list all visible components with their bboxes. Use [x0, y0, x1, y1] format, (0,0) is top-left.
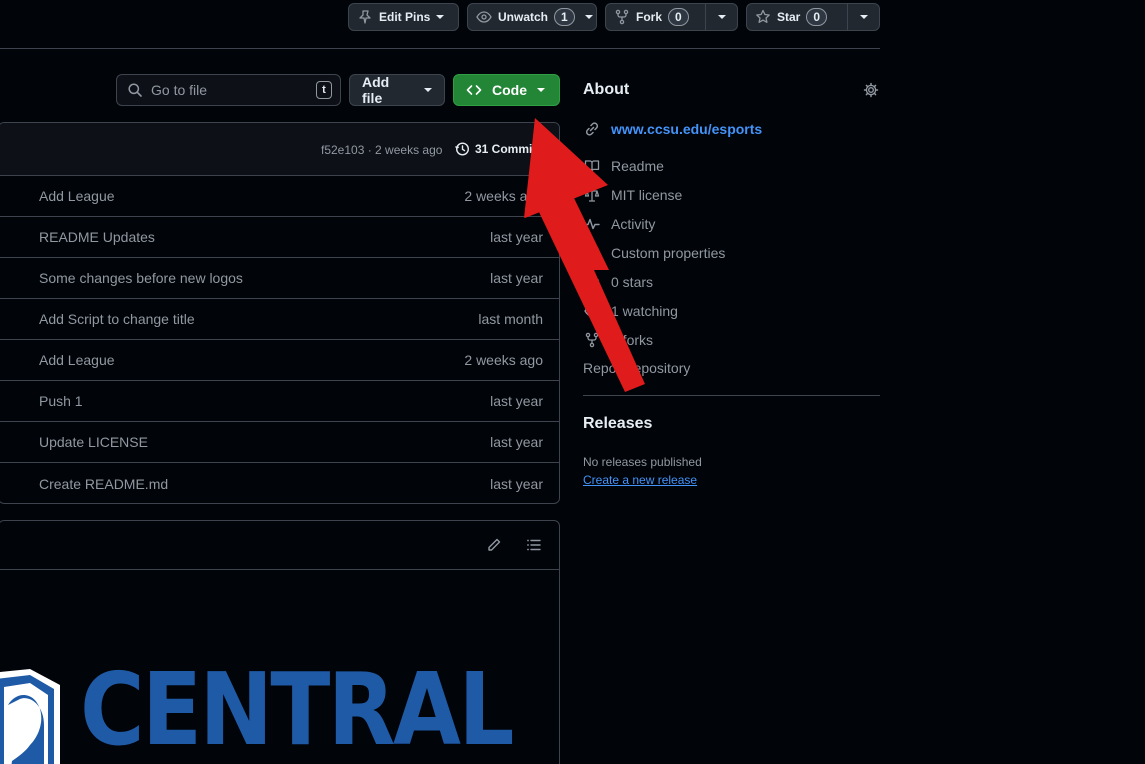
annotation-arrow — [524, 118, 645, 392]
